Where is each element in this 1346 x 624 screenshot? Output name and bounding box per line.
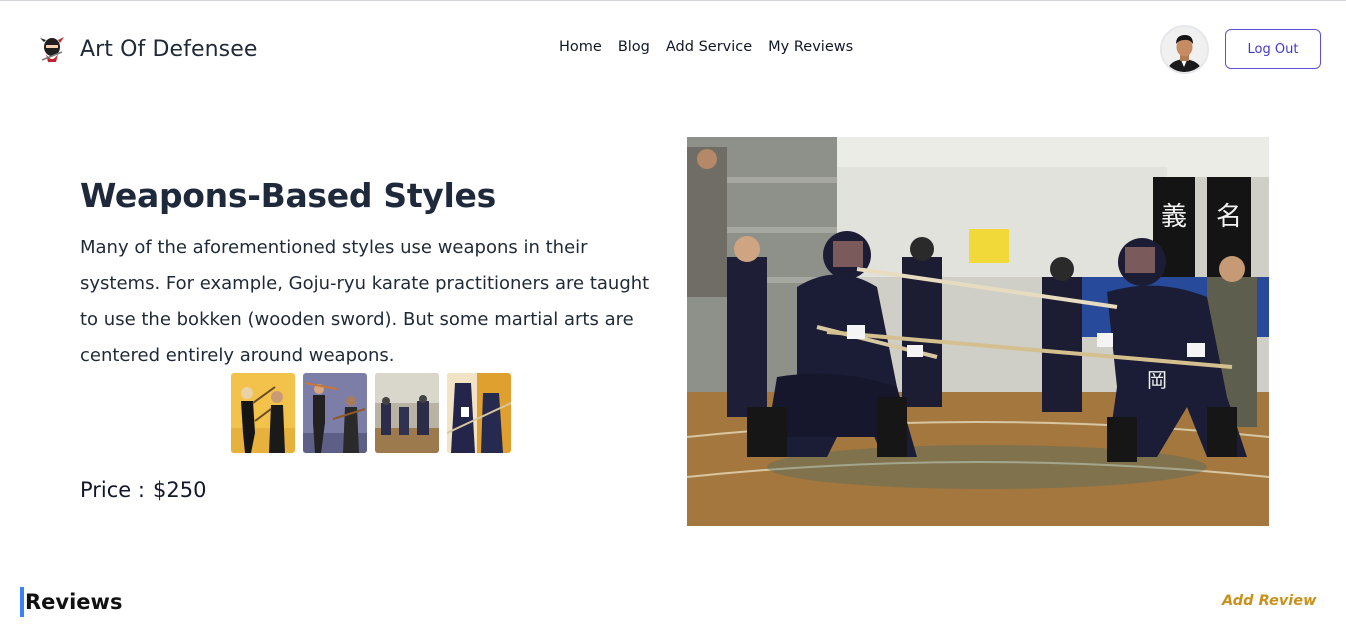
user-photo <box>1162 27 1207 72</box>
main-menu: Home Blog Add Service My Reviews <box>559 39 853 55</box>
price-label: Price : <box>80 478 145 502</box>
reviews-accent-bar <box>20 587 24 617</box>
ninja-logo-icon <box>40 37 64 62</box>
nav-add-service[interactable]: Add Service <box>666 39 752 55</box>
thumbnail-kendo-hall[interactable] <box>375 373 439 453</box>
logout-button[interactable]: Log Out <box>1225 29 1321 69</box>
service-price: Price : $250 <box>80 478 206 502</box>
service-main-image: 義 名 岡 <box>687 137 1269 526</box>
add-review-link[interactable]: Add Review <box>1222 593 1317 609</box>
reviews-title: Reviews <box>25 590 123 614</box>
nav-home[interactable]: Home <box>559 39 602 55</box>
svg-text:名: 名 <box>1216 202 1242 232</box>
thumbnail-bo-staff[interactable] <box>303 373 367 453</box>
nav-my-reviews[interactable]: My Reviews <box>768 39 853 55</box>
thumbnail-kendo-closeup[interactable] <box>447 373 511 453</box>
brand-link[interactable]: Art Of Defensee <box>38 34 258 64</box>
svg-text:義: 義 <box>1161 202 1187 232</box>
service-description: Many of the aforementioned styles use we… <box>80 237 650 366</box>
thumbnail-stick-fighting[interactable] <box>231 373 295 453</box>
nav-blog[interactable]: Blog <box>618 39 650 55</box>
kendo-match-photo: 義 名 岡 <box>687 137 1269 526</box>
brand-name: Art Of Defensee <box>80 36 258 62</box>
svg-text:岡: 岡 <box>1147 368 1167 392</box>
service-title: Weapons-Based Styles <box>80 176 496 215</box>
thumbnail-gallery <box>231 373 511 453</box>
price-value: $250 <box>152 478 207 502</box>
navbar: Art Of Defensee Home Blog Add Service My… <box>0 1 1346 97</box>
user-avatar[interactable] <box>1160 25 1209 74</box>
